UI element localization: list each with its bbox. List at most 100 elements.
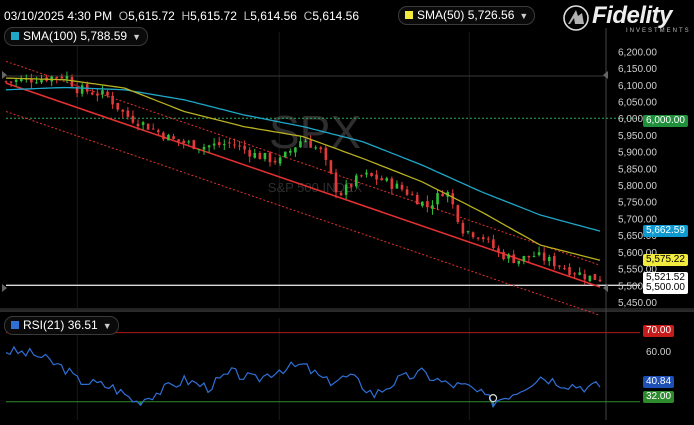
candle-body xyxy=(578,272,581,275)
open-value: 5,615.72 xyxy=(128,9,175,23)
candle-body xyxy=(187,141,191,143)
price-tick-label: 6,200.00 xyxy=(618,47,657,58)
chart-window: SPX S&P 500 INDEX 6,200.00 6,150.00 6,100.… xyxy=(0,0,694,425)
high-label: H xyxy=(181,9,191,23)
candle-body xyxy=(329,160,333,174)
candle-body xyxy=(375,174,378,180)
candle-body xyxy=(487,238,490,240)
candle-body xyxy=(283,151,287,158)
candle-body xyxy=(512,254,515,264)
left-drag-handle[interactable] xyxy=(2,284,7,292)
candle-body xyxy=(177,139,180,142)
sma50-label: SMA(50) xyxy=(417,8,465,22)
candle-body xyxy=(111,95,114,105)
candle-body xyxy=(223,144,226,146)
sma100-label: SMA(100) xyxy=(23,29,78,43)
candle-body xyxy=(192,140,196,150)
candle-body xyxy=(60,76,64,79)
right-drag-handle[interactable] xyxy=(603,71,608,79)
candle-body xyxy=(568,267,571,275)
candle-body xyxy=(481,237,485,240)
rsi-line xyxy=(5,345,601,409)
price-tick-label: 5,450.00 xyxy=(618,298,657,309)
support-tag: 5,500.00 xyxy=(643,282,688,294)
candle-body xyxy=(289,150,292,153)
candle-body xyxy=(466,231,470,233)
candle-body xyxy=(116,102,119,110)
candle-body xyxy=(70,77,74,87)
price-tick-label: 6,050.00 xyxy=(618,97,657,108)
candle-body xyxy=(492,239,495,249)
candle-body xyxy=(573,273,576,275)
candle-body xyxy=(588,275,592,281)
candle-body xyxy=(497,248,500,252)
rsi-label: RSI(21) xyxy=(23,318,65,332)
candle-body xyxy=(517,260,521,264)
sma100-value: 5,788.59 xyxy=(80,29,128,43)
candle-body xyxy=(146,123,150,130)
candle-body xyxy=(583,274,587,280)
candle-body xyxy=(157,130,160,133)
chevron-down-icon[interactable]: ▼ xyxy=(519,8,528,25)
candle-body xyxy=(253,153,257,158)
candle-body xyxy=(400,184,404,190)
price-tick-label: 5,850.00 xyxy=(618,164,657,175)
candle-body xyxy=(471,232,475,238)
rsi-overbought-tag: 70.00 xyxy=(643,325,675,337)
candle-body xyxy=(136,123,140,127)
candle-body xyxy=(415,194,419,205)
close-label: C xyxy=(303,9,313,23)
candle-body xyxy=(197,149,201,151)
sma50-indicator[interactable]: SMA(50) 5,726.56 ▼ xyxy=(398,6,536,25)
candle-body xyxy=(355,175,358,187)
datetime: 03/10/2025 4:30 PM xyxy=(4,9,113,23)
rsi-tick-label: 60.00 xyxy=(646,347,671,358)
candle-body xyxy=(385,178,389,181)
sma100-indicator[interactable]: SMA(100) 5,788.59 ▼ xyxy=(4,27,149,46)
candle-body xyxy=(248,150,251,157)
candle-body xyxy=(344,184,348,195)
candle-body xyxy=(55,76,59,78)
candle-body xyxy=(593,273,597,280)
candle-body xyxy=(263,153,267,160)
candle-body xyxy=(238,145,241,147)
price-tick-label: 5,950.00 xyxy=(618,131,657,142)
fidelity-logo: Fidelity INVESTMENTS xyxy=(562,2,694,34)
candle-body xyxy=(456,205,460,223)
rsi-indicator[interactable]: RSI(21) 36.51 ▼ xyxy=(4,316,119,335)
right-drag-handle[interactable] xyxy=(603,284,608,292)
candle-body xyxy=(304,141,307,143)
high-value: 5,615.72 xyxy=(190,9,237,23)
candle-body xyxy=(273,160,277,163)
candle-body xyxy=(405,189,409,195)
chevron-down-icon[interactable]: ▼ xyxy=(132,29,141,46)
sma50-value: 5,726.56 xyxy=(467,8,515,22)
candle-body xyxy=(228,142,231,144)
candle-body xyxy=(370,173,373,176)
candle-body xyxy=(106,91,109,96)
watermark-symbol: SPX xyxy=(269,106,361,158)
candle-body xyxy=(278,157,282,164)
candle-body xyxy=(14,79,18,82)
candle-body xyxy=(395,183,399,189)
price-tick-label: 5,750.00 xyxy=(618,198,657,209)
candle-body xyxy=(314,147,317,149)
candle-body xyxy=(121,109,125,112)
candle-body xyxy=(167,134,170,141)
candle-body xyxy=(319,147,323,150)
candle-body xyxy=(542,252,546,261)
candle-body xyxy=(65,76,69,79)
low-value: 5,614.56 xyxy=(250,9,297,23)
candle-body xyxy=(309,140,312,148)
price-chart: SPX S&P 500 INDEX 6,200.00 6,150.00 6,100.… xyxy=(0,28,694,420)
candle-body xyxy=(558,265,561,267)
brand-tagline: INVESTMENTS xyxy=(626,28,691,34)
candle-body xyxy=(30,79,33,83)
candle-body xyxy=(451,193,455,205)
price-tick-label: 5,700.00 xyxy=(618,214,657,225)
left-drag-handle[interactable] xyxy=(2,71,7,79)
chevron-down-icon[interactable]: ▼ xyxy=(103,318,112,335)
open-label: O xyxy=(118,9,129,23)
sma100-tag: 5,662.59 xyxy=(643,225,688,237)
candle-body xyxy=(365,172,368,175)
